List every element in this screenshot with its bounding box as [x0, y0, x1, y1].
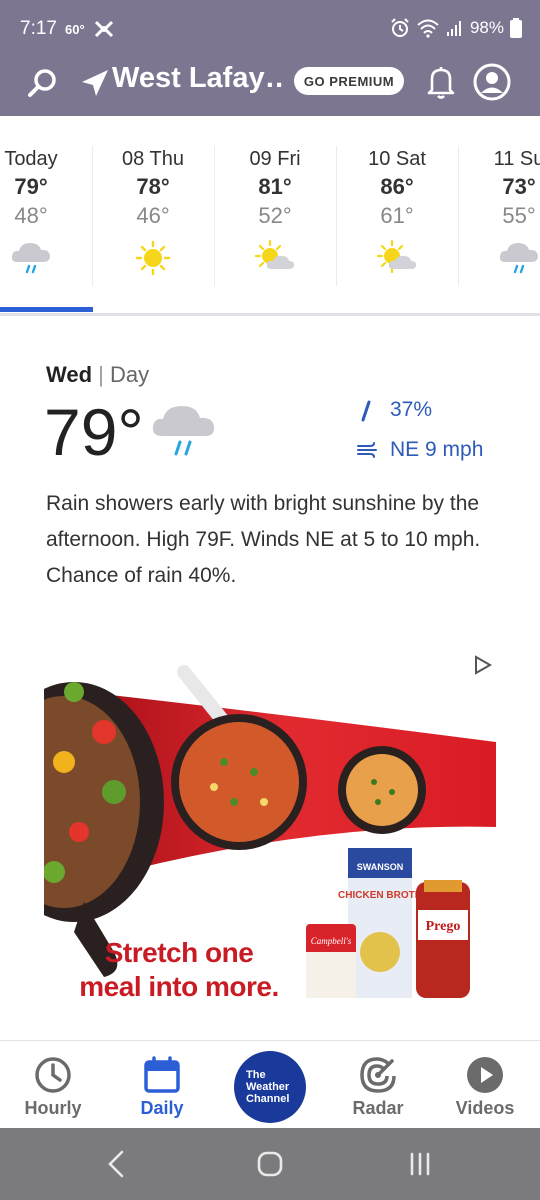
ad-slogan: Stretch one meal into more.: [64, 936, 294, 1004]
weather-channel-logo[interactable]: The Weather Channel: [234, 1051, 306, 1123]
app-notification-icon: [94, 20, 113, 38]
status-time: 7:17: [20, 18, 57, 39]
ad-brand-campbells: Campbell's: [311, 936, 352, 946]
play-icon: [467, 1057, 503, 1093]
bell-icon[interactable]: [424, 64, 458, 100]
raindrop-icon: [361, 400, 371, 422]
bottom-navigation: Hourly Daily The Weather Channel Radar V…: [0, 1040, 540, 1128]
logo-line3: Channel: [246, 1093, 290, 1105]
nav-videos[interactable]: Videos: [440, 1041, 530, 1129]
alarm-icon: [391, 18, 409, 37]
ad-choices-icon[interactable]: [470, 652, 496, 678]
ad-brand-swanson: SWANSON: [357, 862, 404, 872]
nav-radar-label: Radar: [352, 1098, 404, 1118]
detail-separator: |: [98, 362, 104, 387]
clock-icon: [35, 1057, 71, 1093]
home-icon[interactable]: [250, 1146, 290, 1182]
day-high: 79°: [14, 174, 48, 199]
wind-value: NE 9 mph: [390, 438, 484, 461]
day-high: 73°: [502, 174, 536, 199]
account-icon[interactable]: [472, 62, 512, 102]
ad-slogan-line1: Stretch one: [104, 937, 254, 968]
nav-hourly-label: Hourly: [24, 1098, 82, 1118]
day-low: 48°: [14, 203, 48, 228]
nav-daily[interactable]: Daily: [117, 1041, 207, 1129]
day-low: 55°: [502, 203, 536, 228]
day-high: 78°: [136, 174, 170, 199]
status-temp: 60°: [64, 21, 85, 37]
go-premium-button[interactable]: GO PREMIUM: [294, 67, 404, 95]
day-name: 10 Sat: [368, 148, 426, 170]
location-name[interactable]: West Lafay…: [112, 62, 284, 95]
detail-day-name: Wed: [46, 362, 93, 387]
day-column[interactable]: 09 Fri 81° 52°: [229, 116, 321, 312]
partly-cloudy-icon: [376, 239, 417, 274]
day-name: Today: [4, 148, 58, 170]
day-low: 46°: [136, 203, 170, 228]
logo-line1: The: [246, 1069, 266, 1081]
back-icon[interactable]: [98, 1146, 138, 1182]
signal-icon: [446, 21, 461, 36]
detail-period: Day: [110, 362, 150, 387]
day-column[interactable]: 11 Su 73° 55°: [473, 116, 540, 312]
nav-daily-label: Daily: [140, 1098, 184, 1118]
selected-day-indicator: [0, 307, 93, 312]
day-name: 11 Su: [493, 148, 540, 170]
rain-cloud-icon: [499, 243, 538, 274]
app-header: West Lafay… GO PREMIUM: [0, 60, 540, 116]
sun-icon: [135, 240, 171, 276]
ad-brand-prego: Prego: [426, 919, 461, 934]
nav-hourly[interactable]: Hourly: [8, 1041, 98, 1129]
rain-cloud-icon: [152, 406, 215, 456]
day-column[interactable]: 10 Sat 86° 61°: [351, 116, 443, 312]
daily-forecast-strip: Today 79° 48° 08 Thu 78° 46° 09 Fri 81° …: [0, 116, 540, 316]
ad-brand-broth: CHICKEN BROTH: [338, 890, 422, 901]
detail-temperature: 79°: [44, 395, 144, 469]
day-name: 08 Thu: [122, 148, 184, 170]
day-low: 61°: [380, 203, 414, 228]
location-arrow-icon[interactable]: [78, 66, 112, 100]
battery-percent: 98%: [469, 18, 504, 37]
day-name: 09 Fri: [249, 148, 301, 170]
day-high: 86°: [380, 174, 414, 199]
day-high: 81°: [258, 174, 292, 199]
wifi-icon: [417, 19, 439, 38]
nav-videos-label: Videos: [455, 1098, 515, 1118]
forecast-description: Rain showers early with bright sunshine …: [46, 492, 481, 587]
day-column[interactable]: Today 79° 48°: [0, 116, 77, 312]
calendar-icon: [144, 1056, 180, 1093]
precipitation-value: 37%: [390, 398, 433, 421]
recents-icon[interactable]: [400, 1146, 440, 1182]
radar-icon: [360, 1057, 396, 1093]
day-low: 52°: [258, 203, 292, 228]
ad-slogan-line2: meal into more.: [79, 971, 279, 1002]
logo-line2: Weather: [246, 1081, 290, 1093]
battery-icon: [510, 18, 522, 38]
detail-day-heading: Wed | Day: [46, 362, 149, 388]
search-icon[interactable]: [26, 66, 60, 100]
wind-icon: [357, 442, 377, 458]
status-bar: 7:17 60° 98%: [0, 0, 540, 60]
partly-cloudy-icon: [254, 239, 295, 269]
rain-cloud-icon: [11, 243, 50, 274]
nav-radar[interactable]: Radar: [333, 1041, 423, 1129]
day-column[interactable]: 08 Thu 78° 46°: [107, 116, 199, 312]
system-navigation-bar: [0, 1128, 540, 1200]
